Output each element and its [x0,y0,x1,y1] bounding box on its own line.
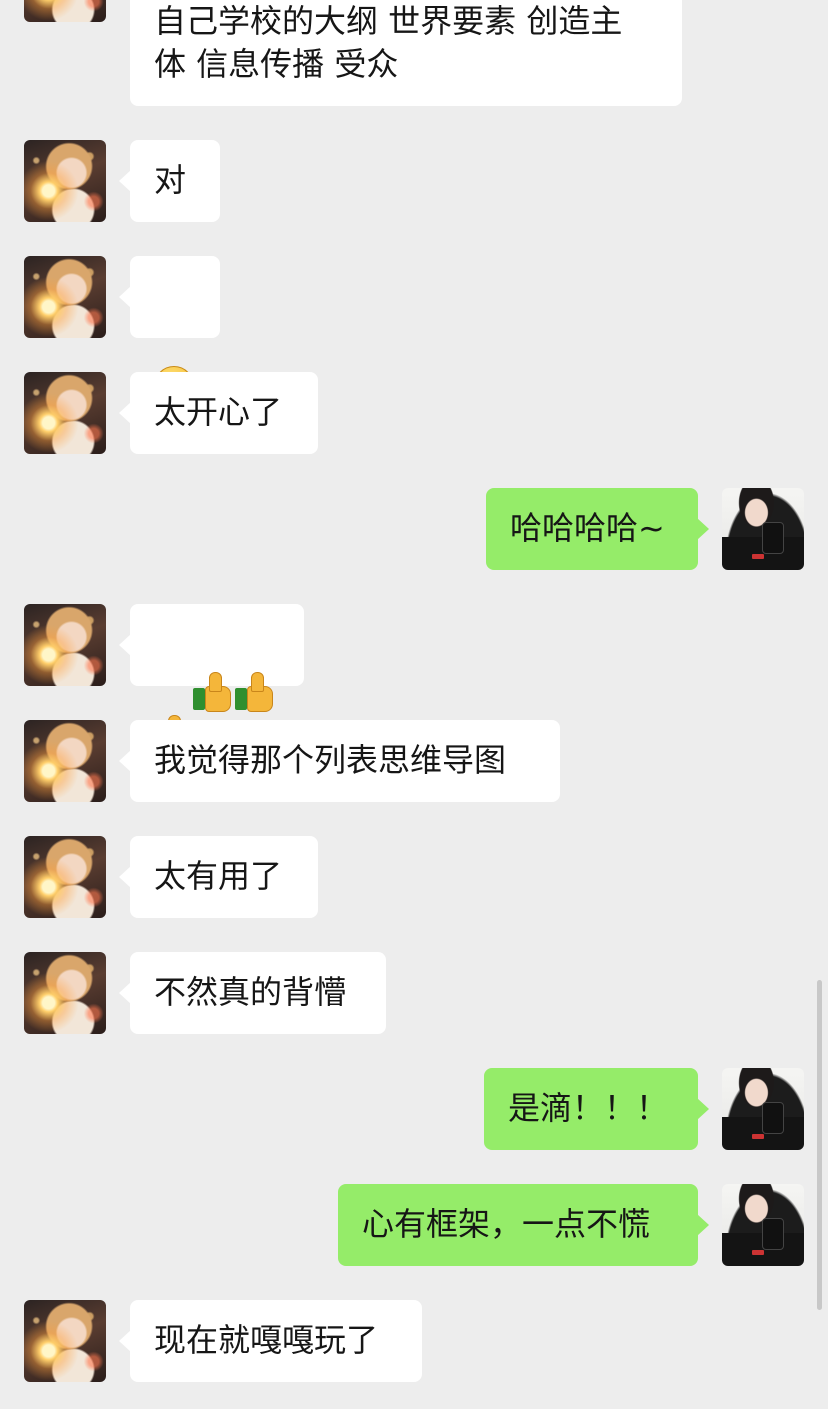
chat-area[interactable]: 自己学校的大纲 世界要素 创造主 体 信息传播 受众 对 太开心了 哈哈哈哈~ … [0,0,828,1409]
incoming-message[interactable]: 现在就嘎嘎玩了 [119,1300,422,1382]
contact-avatar[interactable] [24,1300,106,1382]
outgoing-message[interactable]: 心有框架，一点不慌 [338,1184,709,1266]
outgoing-message[interactable]: 哈哈哈哈~ [486,488,709,570]
contact-avatar[interactable] [24,836,106,918]
incoming-emoji-message[interactable] [119,256,220,406]
incoming-message[interactable]: 我觉得那个列表思维导图 [119,720,560,802]
scrollbar[interactable] [817,980,822,1310]
thumbs-up-icon [192,672,233,712]
contact-avatar[interactable] [24,372,106,454]
incoming-message[interactable]: 对 [119,140,220,222]
contact-avatar[interactable] [24,720,106,802]
contact-avatar[interactable] [24,140,106,222]
contact-avatar[interactable] [24,952,106,1034]
my-avatar[interactable] [722,1184,804,1266]
incoming-message[interactable]: 太有用了 [119,836,318,918]
contact-avatar[interactable] [24,604,106,686]
incoming-message[interactable]: 自己学校的大纲 世界要素 创造主 体 信息传播 受众 [130,0,682,106]
incoming-emoji-message[interactable] [119,604,304,755]
outgoing-message[interactable]: 是滴！！！ [484,1068,709,1150]
contact-avatar[interactable] [24,256,106,338]
my-avatar[interactable] [722,1068,804,1150]
incoming-message[interactable]: 太开心了 [119,372,318,454]
my-avatar[interactable] [722,488,804,570]
incoming-message[interactable]: 不然真的背懵 [119,952,386,1034]
contact-avatar[interactable] [24,0,106,22]
thumbs-up-icon [234,672,275,712]
